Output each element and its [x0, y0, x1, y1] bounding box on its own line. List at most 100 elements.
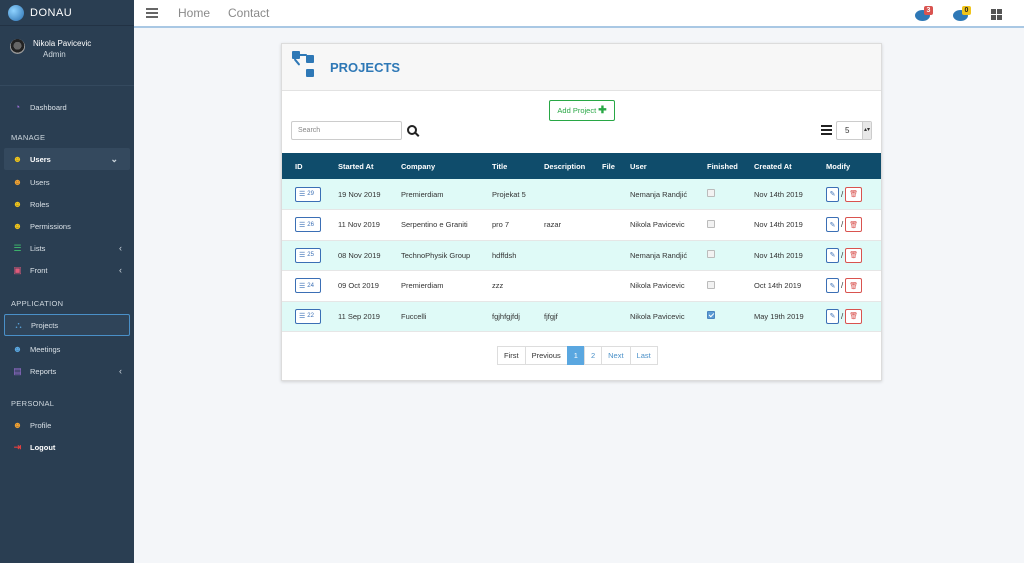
- table-row: ☰ 25 08 Nov 2019 TechnoPhysik Group hdffdsh N…: [282, 240, 881, 271]
- description-cell: [544, 271, 602, 302]
- finished-checkbox[interactable]: [707, 280, 715, 289]
- edit-button[interactable]: ✎: [826, 308, 839, 324]
- sidebar-item-permissions[interactable]: ☻ Permissions: [0, 215, 134, 237]
- page-first-button[interactable]: First: [497, 346, 526, 365]
- page-title: PROJECTS: [330, 59, 401, 75]
- edit-icon: ✎: [829, 252, 836, 260]
- project-id-button[interactable]: ☰ 29: [295, 186, 321, 202]
- user-cell: Nikola Pavicevic: [630, 220, 685, 230]
- sidebar-item-lists[interactable]: ☰ Lists ‹: [0, 237, 134, 259]
- col-header[interactable]: User: [630, 153, 707, 179]
- separator: /: [841, 220, 844, 230]
- delete-button[interactable]: 🗑: [845, 308, 863, 324]
- messages-button[interactable]: 3: [915, 6, 935, 21]
- col-header[interactable]: File: [602, 153, 630, 179]
- sidebar-item-meetings[interactable]: ☻ Meetings: [0, 338, 134, 360]
- edit-button[interactable]: ✎: [826, 186, 839, 202]
- nav-contact-link[interactable]: Contact: [228, 6, 269, 20]
- meetings-icon: ☻: [12, 344, 23, 354]
- sidebar-item-label: Front: [30, 265, 48, 275]
- page-2-button[interactable]: 2: [583, 346, 603, 365]
- sidebar-item-projects[interactable]: ⛬ Projects: [4, 314, 130, 336]
- col-header[interactable]: Finished: [707, 153, 754, 179]
- edit-button[interactable]: ✎: [826, 278, 839, 294]
- file-cell: [602, 179, 630, 210]
- sidebar-item-label: Reports: [30, 366, 57, 376]
- edit-icon: ✎: [829, 221, 836, 229]
- finished-checkbox[interactable]: [707, 311, 715, 320]
- project-id-button[interactable]: ☰ 25: [295, 247, 321, 263]
- sidebar-item-users-group[interactable]: ☻ Users ⌄: [4, 148, 130, 170]
- app-name: DONAU: [30, 6, 73, 19]
- brand[interactable]: DONAU: [0, 0, 134, 26]
- page-size-value: 5: [845, 126, 850, 135]
- project-id: 26: [307, 221, 314, 228]
- page-size-select[interactable]: 5 ▴▾: [836, 121, 872, 140]
- page-1-button[interactable]: 1: [566, 346, 585, 365]
- nav-home-link[interactable]: Home: [178, 6, 210, 20]
- sidebar-item-label: Users: [30, 154, 51, 164]
- sidebar-item-users[interactable]: ☻ Users: [0, 171, 134, 193]
- col-header[interactable]: Title: [492, 153, 544, 179]
- edit-button[interactable]: ✎: [826, 247, 839, 263]
- trash-icon: 🗑: [849, 221, 859, 229]
- sidebar-item-front[interactable]: ▣ Front ‹: [0, 259, 134, 281]
- created-at-cell: Oct 14th 2019: [754, 281, 802, 291]
- delete-button[interactable]: 🗑: [845, 217, 863, 233]
- sidebar-item-profile[interactable]: ☻ Profile: [0, 414, 134, 436]
- page-next-button[interactable]: Next: [601, 346, 631, 365]
- sidebar-item-reports[interactable]: ▤ Reports ‹: [0, 360, 134, 382]
- card-header: PROJECTS: [282, 44, 881, 91]
- delete-button[interactable]: 🗑: [845, 186, 863, 202]
- sidebar-item-label: Roles: [30, 199, 50, 209]
- add-project-button[interactable]: Add Project ✚: [549, 100, 615, 121]
- chevron-down-icon: ⌄: [110, 153, 118, 164]
- project-id-button[interactable]: ☰ 22: [295, 308, 321, 324]
- col-header[interactable]: Description: [544, 153, 602, 179]
- user-cell: Nikola Pavicevic: [630, 311, 685, 321]
- project-id-button[interactable]: ☰ 24: [295, 278, 321, 294]
- company-cell: Serpentino e Graniti: [401, 220, 468, 230]
- users-icon: ☻: [12, 177, 23, 187]
- col-header[interactable]: Started At: [338, 153, 401, 179]
- col-header[interactable]: Modify: [826, 153, 881, 179]
- finished-checkbox[interactable]: [707, 189, 715, 197]
- search-icon[interactable]: [407, 125, 417, 135]
- description-cell: [544, 240, 602, 271]
- messages-badge: 3: [924, 6, 933, 15]
- notifications-badge: 0: [962, 6, 971, 15]
- notifications-button[interactable]: 0: [953, 6, 973, 21]
- started-at-cell: 08 Nov 2019: [338, 250, 381, 260]
- projects-card: PROJECTS Add Project ✚ Search 5 ▴▾ ID St…: [281, 43, 882, 381]
- page-previous-button[interactable]: Previous: [524, 346, 568, 365]
- table-header-row: ID Started At Company Title Description …: [282, 153, 881, 179]
- project-id-button[interactable]: ☰ 26: [295, 217, 321, 233]
- pagination: First Previous 1 2 Next Last: [497, 346, 658, 365]
- page-last-button[interactable]: Last: [629, 346, 658, 365]
- delete-button[interactable]: 🗑: [845, 278, 863, 294]
- project-id: 22: [307, 313, 314, 320]
- separator: /: [841, 281, 844, 291]
- user-cell: Nemanja Randjić: [630, 250, 688, 260]
- search-input[interactable]: Search: [291, 121, 402, 140]
- user-role: Admin: [43, 50, 66, 59]
- list-order-icon: [821, 125, 832, 137]
- menu-toggle-icon[interactable]: [146, 6, 158, 20]
- col-header[interactable]: Created At: [754, 153, 826, 179]
- sidebar-item-dashboard[interactable]: ◔ Dashboard: [0, 96, 134, 118]
- title-cell: hdffdsh: [492, 250, 517, 260]
- permissions-icon: ☻: [12, 221, 23, 231]
- table-row: ☰ 24 09 Oct 2019 Premierdiam zzz Nikola Pavic…: [282, 271, 881, 302]
- edit-icon: ✎: [829, 313, 836, 321]
- col-header[interactable]: ID: [282, 153, 338, 179]
- sidebar-item-logout[interactable]: ⇥ Logout: [0, 436, 134, 458]
- apps-grid-icon[interactable]: [991, 8, 1002, 20]
- col-header[interactable]: Company: [401, 153, 492, 179]
- sidebar-item-roles[interactable]: ☻ Roles: [0, 193, 134, 215]
- finished-checkbox[interactable]: [707, 250, 715, 259]
- trash-icon: 🗑: [849, 282, 859, 290]
- projects-icon: [292, 51, 318, 83]
- finished-checkbox[interactable]: [707, 219, 715, 228]
- delete-button[interactable]: 🗑: [845, 247, 863, 263]
- edit-button[interactable]: ✎: [826, 217, 839, 233]
